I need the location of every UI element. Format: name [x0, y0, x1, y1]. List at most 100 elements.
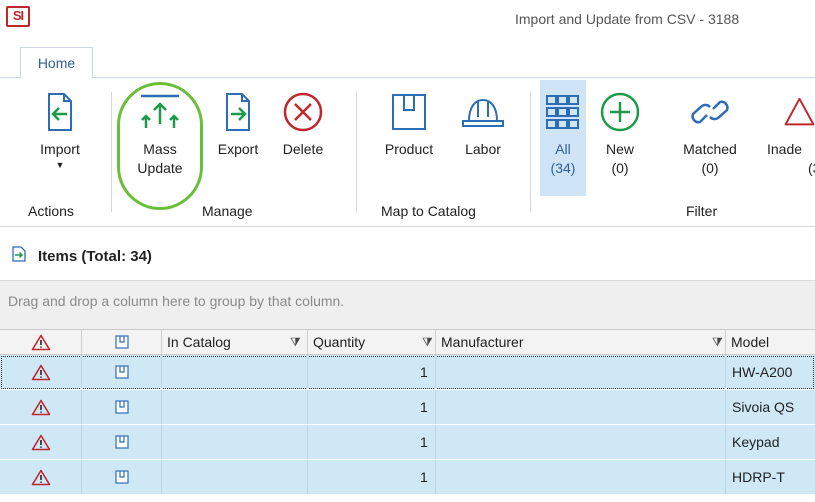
table-row[interactable]: 1 Keypad — [0, 425, 815, 460]
row-type-cell — [82, 460, 162, 494]
grid-header: In Catalog ⧩ Quantity ⧩ Manufacturer ⧩ M… — [0, 329, 815, 355]
column-in-catalog-label: In Catalog — [167, 334, 231, 350]
labor-label: Labor — [465, 141, 501, 157]
delete-button[interactable]: Delete — [272, 84, 334, 159]
column-header-model[interactable]: Model — [726, 330, 815, 354]
filter-new-label: New — [605, 141, 634, 157]
row-type-cell — [82, 425, 162, 459]
row-manufacturer-cell — [436, 460, 726, 494]
row-quantity-cell: 1 — [308, 460, 436, 494]
filter-all-button[interactable]: All (34) — [540, 84, 586, 178]
table-row[interactable]: 1 HDRP-T — [0, 460, 815, 495]
grid-icon — [540, 84, 586, 140]
export-button[interactable]: Export — [208, 84, 268, 159]
labor-button[interactable]: Labor — [452, 84, 514, 159]
filter-all-label: All — [555, 141, 571, 157]
row-type-cell — [82, 355, 162, 389]
mass-update-button[interactable]: Mass Update — [124, 84, 196, 178]
filter-icon[interactable]: ⧩ — [290, 330, 301, 354]
column-header-status[interactable] — [0, 330, 82, 354]
chevron-down-icon: ▼ — [55, 160, 65, 170]
row-model-cell: Keypad — [732, 434, 780, 450]
row-model-cell: HW-A200 — [732, 364, 793, 380]
product-icon — [114, 335, 129, 349]
filter-new-button[interactable]: New (0) — [598, 84, 642, 178]
ribbon-separator — [530, 92, 531, 212]
product-icon — [374, 84, 444, 140]
filter-inadequate-label: Inade — [767, 141, 803, 157]
column-quantity-label: Quantity — [313, 334, 366, 350]
warning-icon — [31, 469, 50, 485]
hard-hat-icon — [452, 84, 514, 140]
row-quantity-cell: 1 — [308, 390, 436, 424]
table-row[interactable]: 1 Sivoia QS — [0, 390, 815, 425]
ribbon: Import ▼ Actions Mass Update Export Dele… — [0, 77, 815, 227]
row-model-cell: Sivoia QS — [732, 399, 795, 415]
items-title: Items (Total: 34) — [38, 247, 152, 265]
ribbon-separator — [356, 92, 357, 212]
warning-icon — [764, 84, 815, 140]
product-label: Product — [384, 141, 434, 157]
filter-icon[interactable]: ⧩ — [422, 330, 433, 354]
warning-icon — [31, 364, 50, 380]
table-row[interactable]: 1 HW-A200 — [0, 355, 815, 390]
import-label: Import — [40, 141, 80, 157]
export-label: Export — [217, 141, 259, 157]
row-in-catalog-cell — [162, 460, 308, 494]
column-header-quantity[interactable]: Quantity ⧩ — [308, 330, 436, 354]
group-label-manage: Manage — [202, 203, 253, 219]
filter-new-count: (0) — [611, 160, 629, 176]
product-icon — [114, 435, 129, 449]
product-icon — [114, 400, 129, 414]
window-title: Import and Update from CSV - 3188 — [515, 11, 740, 27]
column-manufacturer-label: Manufacturer — [441, 334, 524, 350]
link-icon — [668, 84, 752, 140]
row-status-cell — [0, 460, 82, 494]
column-header-in-catalog[interactable]: In Catalog ⧩ — [162, 330, 308, 354]
warning-icon — [31, 434, 50, 450]
group-label-actions: Actions — [28, 203, 74, 219]
mass-update-icon — [124, 84, 196, 140]
group-by-hint: Drag and drop a column here to group by … — [8, 293, 345, 309]
warning-icon — [31, 399, 50, 415]
column-header-manufacturer[interactable]: Manufacturer ⧩ — [436, 330, 726, 354]
filter-inadequate-count: (3 — [808, 160, 815, 176]
import-button[interactable]: Import ▼ — [28, 84, 92, 171]
app-logo: SI — [6, 6, 30, 27]
filter-matched-label: Matched — [683, 141, 737, 157]
group-by-panel[interactable]: Drag and drop a column here to group by … — [0, 280, 815, 329]
export-icon — [208, 84, 268, 140]
mass-update-label-line2: Update — [137, 160, 183, 176]
row-manufacturer-cell — [436, 390, 726, 424]
row-status-cell — [0, 355, 82, 389]
filter-matched-count: (0) — [701, 160, 719, 176]
plus-circle-icon — [598, 84, 642, 140]
group-label-filter: Filter — [686, 203, 718, 219]
import-icon — [28, 84, 92, 140]
column-model-label: Model — [731, 334, 770, 350]
ribbon-separator — [111, 92, 112, 212]
items-grid: In Catalog ⧩ Quantity ⧩ Manufacturer ⧩ M… — [0, 329, 815, 495]
filter-matched-button[interactable]: Matched (0) — [668, 84, 752, 178]
row-manufacturer-cell — [436, 425, 726, 459]
items-header: Items (Total: 34) — [12, 245, 152, 267]
row-in-catalog-cell — [162, 390, 308, 424]
filter-inadequate-button[interactable]: Inade (3 — [764, 84, 815, 178]
items-file-icon — [12, 245, 26, 267]
filter-icon[interactable]: ⧩ — [712, 330, 723, 354]
title-bar: SI Import and Update from CSV - 3188 — [0, 0, 815, 42]
product-button[interactable]: Product — [374, 84, 444, 159]
row-status-cell — [0, 390, 82, 424]
column-header-type[interactable] — [82, 330, 162, 354]
row-quantity-cell: 1 — [308, 355, 436, 389]
warning-icon — [31, 334, 50, 350]
tab-home[interactable]: Home — [20, 47, 93, 79]
row-model-cell: HDRP-T — [732, 469, 785, 485]
group-label-map: Map to Catalog — [381, 203, 476, 219]
row-manufacturer-cell — [436, 355, 726, 389]
row-type-cell — [82, 390, 162, 424]
row-in-catalog-cell — [162, 355, 308, 389]
ribbon-tabstrip: Home — [0, 42, 815, 79]
row-quantity-cell: 1 — [308, 425, 436, 459]
mass-update-label-line1: Mass — [143, 141, 177, 157]
